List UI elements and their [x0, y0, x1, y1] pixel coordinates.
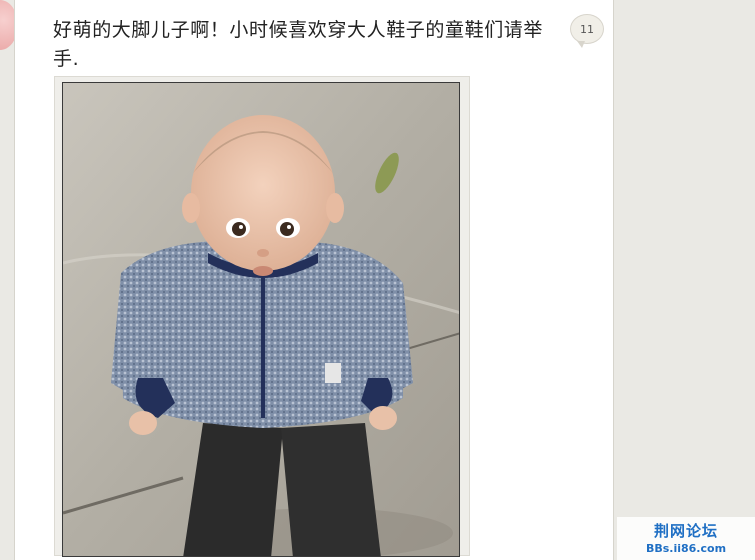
post-text: 好萌的大脚儿子啊！小时候喜欢穿大人鞋子的童鞋们请举手.: [53, 19, 544, 70]
watermark-url: BBs.ii86.com: [645, 542, 727, 555]
post-image-frame: [54, 76, 470, 557]
reply-count-badge[interactable]: 11: [570, 14, 604, 48]
watermark: 荆网论坛 BBs.ii86.com: [617, 517, 755, 560]
baby-photo-icon: [63, 83, 459, 556]
watermark-title: 荆网论坛: [653, 522, 718, 540]
post-image[interactable]: [62, 82, 460, 557]
post-card: 好萌的大脚儿子啊！小时候喜欢穿大人鞋子的童鞋们请举手. 11: [14, 0, 614, 560]
